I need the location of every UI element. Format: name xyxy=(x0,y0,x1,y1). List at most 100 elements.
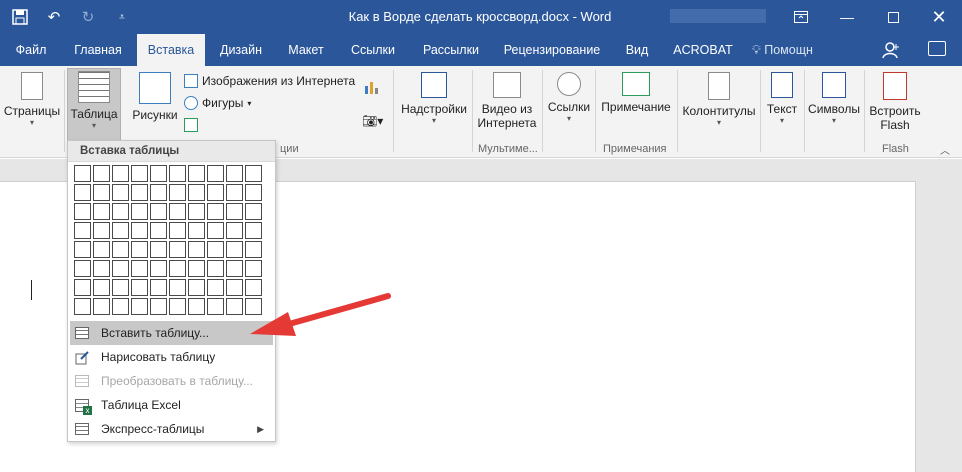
pictures-button[interactable]: Рисунки xyxy=(128,70,182,122)
grid-cell[interactable] xyxy=(93,279,110,296)
excel-table-item[interactable]: Таблица Excel xyxy=(70,393,273,417)
grid-cell[interactable] xyxy=(74,260,91,277)
tab-design[interactable]: Дизайн xyxy=(212,34,270,66)
grid-cell[interactable] xyxy=(74,279,91,296)
grid-cell[interactable] xyxy=(74,203,91,220)
grid-cell[interactable] xyxy=(207,184,224,201)
grid-cell[interactable] xyxy=(226,298,243,315)
grid-cell[interactable] xyxy=(245,279,262,296)
grid-cell[interactable] xyxy=(245,298,262,315)
grid-cell[interactable] xyxy=(226,241,243,258)
minimize-icon[interactable]: — xyxy=(824,0,870,34)
grid-cell[interactable] xyxy=(226,184,243,201)
grid-cell[interactable] xyxy=(112,222,129,239)
quick-tables-item[interactable]: Экспресс-таблицы ▶ xyxy=(70,417,273,441)
embed-flash-button[interactable]: Встроить Flash xyxy=(866,70,924,132)
grid-cell[interactable] xyxy=(74,165,91,182)
grid-cell[interactable] xyxy=(188,165,205,182)
grid-cell[interactable] xyxy=(74,222,91,239)
ribbon-display-icon[interactable] xyxy=(778,0,824,34)
tab-file[interactable]: Файл xyxy=(6,34,56,66)
grid-cell[interactable] xyxy=(169,222,186,239)
smartart-button[interactable] xyxy=(184,118,198,132)
grid-cell[interactable] xyxy=(207,298,224,315)
grid-cell[interactable] xyxy=(131,260,148,277)
grid-cell[interactable] xyxy=(74,298,91,315)
links-button[interactable]: Ссылки ▾ xyxy=(545,70,593,123)
grid-cell[interactable] xyxy=(169,260,186,277)
grid-cell[interactable] xyxy=(93,260,110,277)
grid-cell[interactable] xyxy=(188,222,205,239)
grid-cell[interactable] xyxy=(207,222,224,239)
comment-button[interactable]: Примечание xyxy=(598,70,674,114)
chart-button[interactable] xyxy=(364,80,380,94)
screenshot-button[interactable]: 📷︎▾ xyxy=(362,114,383,128)
grid-cell[interactable] xyxy=(112,298,129,315)
grid-cell[interactable] xyxy=(169,279,186,296)
header-footer-button[interactable]: Колонтитулы ▾ xyxy=(680,70,758,127)
grid-cell[interactable] xyxy=(169,298,186,315)
grid-cell[interactable] xyxy=(245,241,262,258)
grid-cell[interactable] xyxy=(207,203,224,220)
share-user-icon[interactable] xyxy=(882,41,900,64)
grid-cell[interactable] xyxy=(169,184,186,201)
tab-mailings[interactable]: Рассылки xyxy=(414,34,488,66)
table-button[interactable]: Таблица ▾ xyxy=(67,68,121,142)
redo-icon[interactable]: ↻ xyxy=(78,7,98,27)
undo-icon[interactable]: ↶ xyxy=(44,7,64,27)
customize-icon[interactable]: ⩡ xyxy=(112,7,132,27)
tab-layout[interactable]: Макет xyxy=(278,34,334,66)
grid-cell[interactable] xyxy=(93,203,110,220)
convert-to-table-item[interactable]: Преобразовать в таблицу... xyxy=(70,369,273,393)
close-icon[interactable]: ✕ xyxy=(916,0,962,34)
grid-cell[interactable] xyxy=(207,241,224,258)
grid-cell[interactable] xyxy=(150,241,167,258)
grid-cell[interactable] xyxy=(207,279,224,296)
table-size-grid[interactable] xyxy=(74,165,262,315)
maximize-icon[interactable] xyxy=(870,0,916,34)
grid-cell[interactable] xyxy=(150,260,167,277)
online-video-button[interactable]: Видео из Интернета xyxy=(474,70,540,130)
tab-insert[interactable]: Вставка xyxy=(137,34,205,66)
grid-cell[interactable] xyxy=(93,184,110,201)
grid-cell[interactable] xyxy=(245,222,262,239)
grid-cell[interactable] xyxy=(150,165,167,182)
grid-cell[interactable] xyxy=(188,260,205,277)
grid-cell[interactable] xyxy=(188,184,205,201)
grid-cell[interactable] xyxy=(112,203,129,220)
grid-cell[interactable] xyxy=(131,184,148,201)
tab-view[interactable]: Вид xyxy=(615,34,659,66)
grid-cell[interactable] xyxy=(226,222,243,239)
grid-cell[interactable] xyxy=(131,203,148,220)
grid-cell[interactable] xyxy=(188,279,205,296)
tab-home[interactable]: Главная xyxy=(66,34,130,66)
insert-table-item[interactable]: Вставить таблицу... xyxy=(70,321,273,345)
grid-cell[interactable] xyxy=(74,241,91,258)
grid-cell[interactable] xyxy=(131,279,148,296)
addins-button[interactable]: Надстройки ▾ xyxy=(398,70,470,125)
grid-cell[interactable] xyxy=(169,165,186,182)
grid-cell[interactable] xyxy=(131,241,148,258)
grid-cell[interactable] xyxy=(150,184,167,201)
grid-cell[interactable] xyxy=(131,165,148,182)
tab-review[interactable]: Рецензирование xyxy=(498,34,606,66)
save-icon[interactable] xyxy=(10,7,30,27)
grid-cell[interactable] xyxy=(226,203,243,220)
shapes-button[interactable]: Фигуры ▾ xyxy=(184,96,251,110)
grid-cell[interactable] xyxy=(245,260,262,277)
grid-cell[interactable] xyxy=(150,222,167,239)
grid-cell[interactable] xyxy=(131,222,148,239)
tab-acrobat[interactable]: ACROBAT xyxy=(667,34,739,66)
grid-cell[interactable] xyxy=(150,203,167,220)
grid-cell[interactable] xyxy=(226,279,243,296)
grid-cell[interactable] xyxy=(226,165,243,182)
collapse-ribbon-icon[interactable]: ︿ xyxy=(940,142,950,157)
grid-cell[interactable] xyxy=(74,184,91,201)
grid-cell[interactable] xyxy=(188,203,205,220)
grid-cell[interactable] xyxy=(112,165,129,182)
grid-cell[interactable] xyxy=(150,279,167,296)
grid-cell[interactable] xyxy=(93,241,110,258)
grid-cell[interactable] xyxy=(207,260,224,277)
grid-cell[interactable] xyxy=(112,184,129,201)
grid-cell[interactable] xyxy=(188,298,205,315)
